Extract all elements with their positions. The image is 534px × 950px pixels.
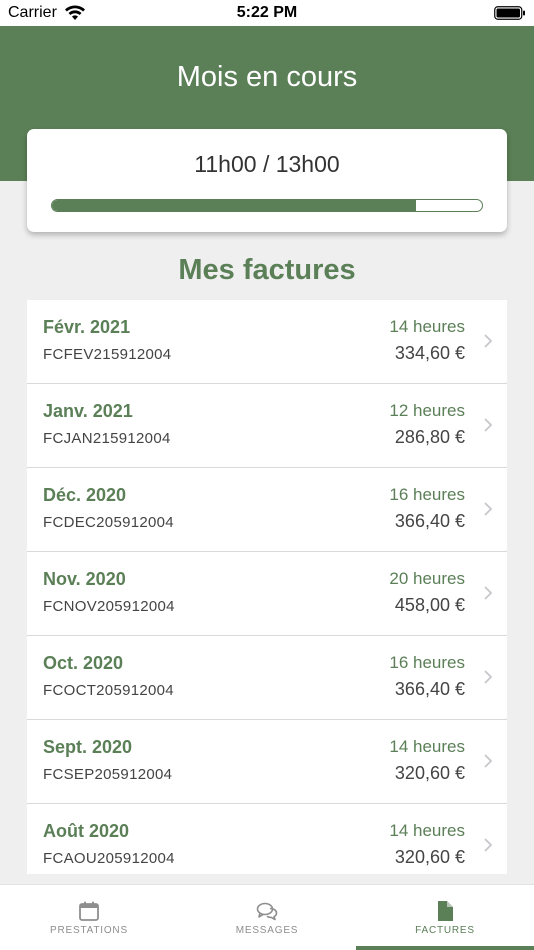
invoice-hours: 16 heures: [389, 485, 465, 504]
tab-factures-label: FACTURES: [415, 925, 475, 936]
hours-progress-bar: [51, 199, 483, 212]
chevron-right-icon: [484, 418, 492, 432]
screen: Carrier 5:22 PM Mois en cours 11h00 / 13…: [0, 0, 534, 950]
status-bar: Carrier 5:22 PM: [0, 0, 534, 26]
chevron-right-icon: [484, 334, 492, 348]
active-tab-indicator: [356, 946, 534, 950]
tab-factures[interactable]: FACTURES: [356, 885, 534, 950]
invoice-row[interactable]: Oct. 2020 FCOCT205912004 16 heures 366,40 €: [27, 636, 507, 720]
invoice-number: FCOCT205912004: [43, 682, 174, 699]
hours-progress-card: 11h00 / 13h00: [27, 129, 507, 232]
invoice-number: FCNOV205912004: [43, 598, 175, 615]
invoice-hours: 20 heures: [389, 569, 465, 588]
chat-icon: [256, 902, 278, 921]
invoice-number: FCSEP205912004: [43, 766, 173, 783]
chevron-right-icon: [484, 586, 492, 600]
invoice-hours: 14 heures: [389, 737, 465, 756]
invoice-list[interactable]: Févr. 2021 FCFEV215912004 14 heures 334,60 …: [27, 300, 507, 874]
invoice-hours: 14 heures: [389, 317, 465, 336]
invoice-number: FCFEV215912004: [43, 346, 172, 363]
invoice-row[interactable]: Nov. 2020 FCNOV205912004 20 heures 458,00 €: [27, 552, 507, 636]
chevron-right-icon: [484, 670, 492, 684]
tab-prestations-label: PRESTATIONS: [50, 925, 128, 936]
invoice-amount: 320,60 €: [394, 847, 465, 867]
invoice-row[interactable]: Janv. 2021 FCJAN215912004 12 heures 286,80 …: [27, 384, 507, 468]
invoice-amount: 320,60 €: [394, 763, 465, 783]
invoice-number: FCDEC205912004: [43, 514, 174, 531]
invoice-amount: 366,40 €: [394, 511, 465, 531]
invoice-amount: 366,40 €: [394, 679, 465, 699]
invoice-amount: 334,60 €: [394, 343, 465, 363]
invoice-row[interactable]: Sept. 2020 FCSEP205912004 14 heures 320,60 …: [27, 720, 507, 804]
invoice-amount: 286,80 €: [394, 427, 465, 447]
status-time: 5:22 PM: [236, 4, 298, 21]
battery-icon: [494, 6, 525, 20]
tab-messages[interactable]: MESSAGES: [178, 885, 356, 950]
invoice-row[interactable]: Août 2020 FCAOU205912004 14 heures 320,60 €: [27, 804, 507, 874]
invoice-month: Nov. 2020: [43, 569, 126, 589]
invoice-month: Oct. 2020: [43, 653, 124, 673]
invoice-number: FCJAN215912004: [43, 430, 171, 447]
calendar-icon: [79, 901, 99, 921]
invoice-row[interactable]: Févr. 2021 FCFEV215912004 14 heures 334,60 …: [27, 300, 507, 384]
document-icon: [438, 901, 453, 921]
invoice-month: Août 2020: [43, 821, 130, 841]
invoice-hours: 16 heures: [389, 653, 465, 672]
page-title: Mois en cours: [176, 61, 358, 93]
invoice-row[interactable]: Déc. 2020 FCDEC205912004 16 heures 366,40 €: [27, 468, 507, 552]
chevron-right-icon: [484, 754, 492, 768]
tab-bar: PRESTATIONS MESSAGES FACTURES: [0, 884, 534, 950]
invoice-month: Sept. 2020: [43, 737, 133, 757]
invoice-hours: 14 heures: [389, 821, 465, 840]
invoice-amount: 458,00 €: [394, 595, 465, 615]
tab-messages-label: MESSAGES: [235, 925, 299, 936]
invoice-number: FCAOU205912004: [43, 850, 175, 867]
hours-progress-text: 11h00 / 13h00: [194, 151, 340, 177]
invoice-month: Déc. 2020: [43, 485, 127, 505]
invoice-hours: 12 heures: [389, 401, 465, 420]
invoice-month: Janv. 2021: [43, 401, 133, 421]
hours-progress-fill: [52, 200, 416, 211]
chevron-right-icon: [484, 502, 492, 516]
invoice-month: Févr. 2021: [43, 317, 131, 337]
invoices-section-title: Mes factures: [178, 254, 356, 286]
chevron-right-icon: [484, 838, 492, 852]
tab-prestations[interactable]: PRESTATIONS: [0, 885, 178, 950]
